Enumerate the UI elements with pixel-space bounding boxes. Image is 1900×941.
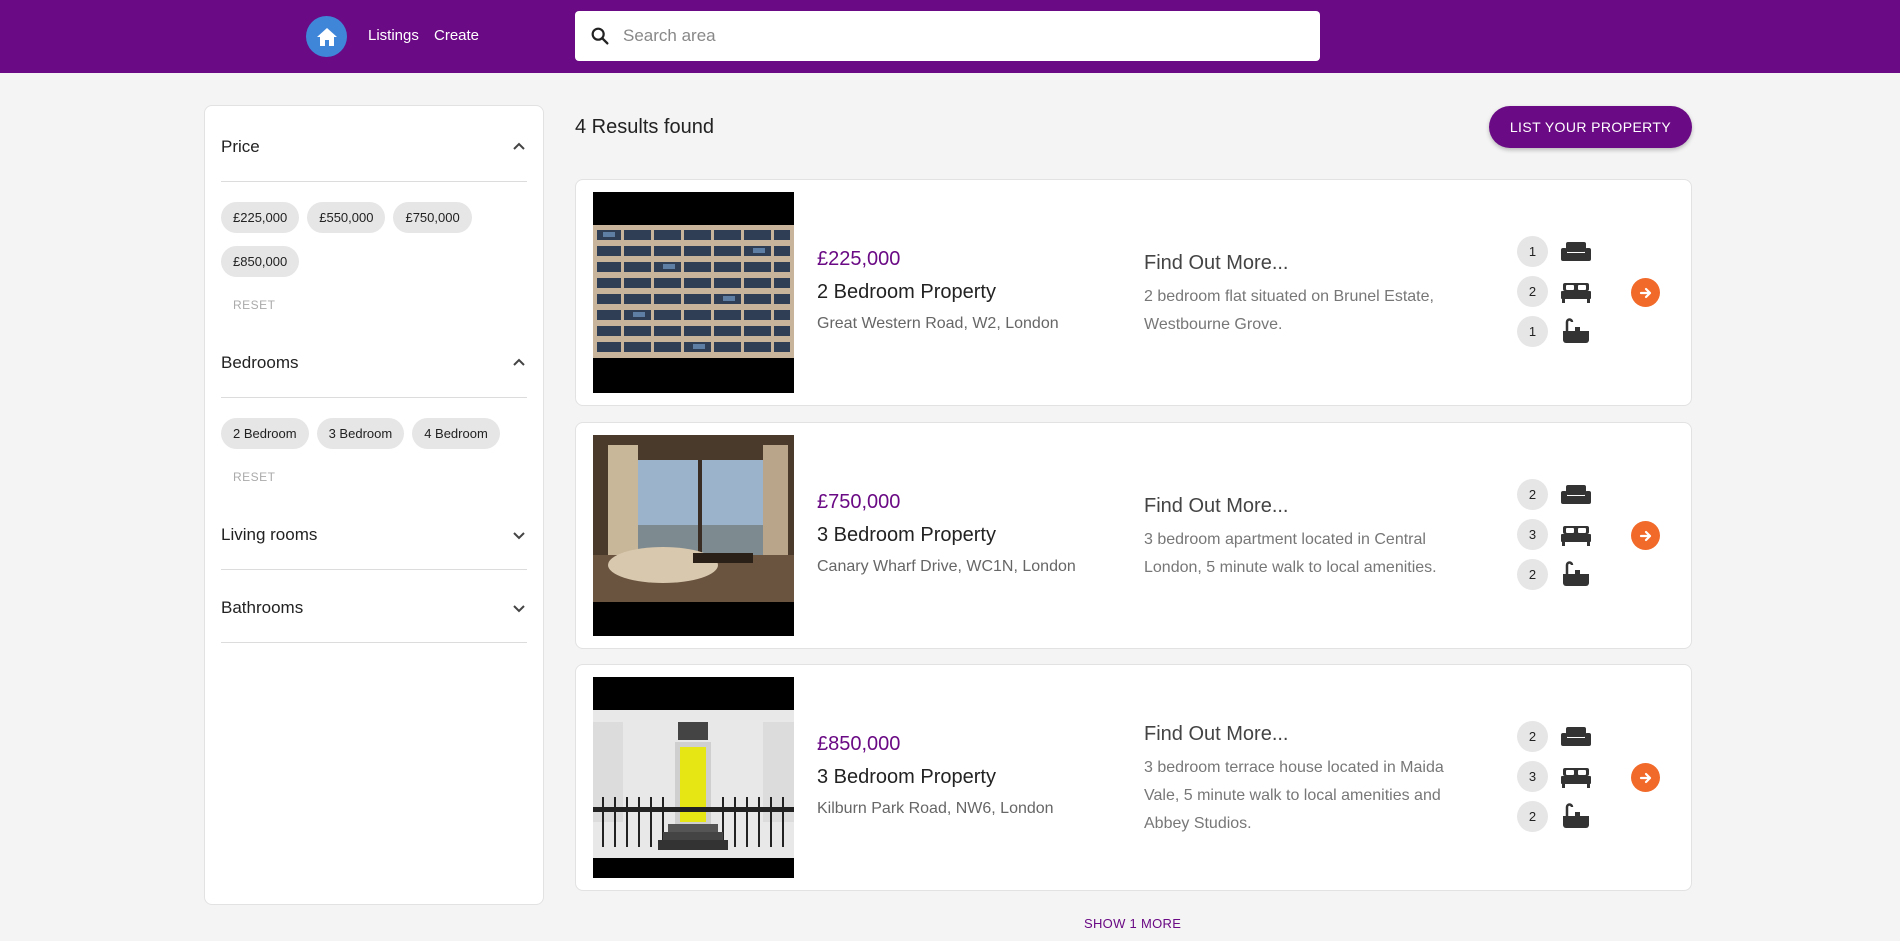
find-out-more-link[interactable]: Find Out More... (1144, 495, 1289, 518)
price-reset-button[interactable]: RESET (233, 298, 276, 312)
living-rooms-count: 1 (1517, 236, 1548, 267)
find-out-more-link[interactable]: Find Out More... (1144, 252, 1289, 275)
listing-title[interactable]: 3 Bedroom Property (817, 766, 996, 789)
bed-icon (1561, 282, 1591, 303)
bathrooms-feature: 2 (1517, 559, 1592, 590)
view-listing-button[interactable] (1631, 278, 1660, 307)
nav-link-create[interactable]: Create (434, 27, 479, 44)
filter-label-living-rooms: Living rooms (221, 524, 318, 544)
bathrooms-feature: 1 (1517, 316, 1592, 347)
bedrooms-count: 3 (1517, 519, 1548, 550)
filter-label-price: Price (221, 136, 260, 156)
listing-address: Great Western Road, W2, London (817, 315, 1059, 332)
listing-title[interactable]: 3 Bedroom Property (817, 524, 996, 547)
bathrooms-count: 1 (1517, 316, 1548, 347)
living-rooms-count: 2 (1517, 721, 1548, 752)
results-count: 4 Results found (575, 116, 714, 138)
find-out-more-link[interactable]: Find Out More... (1144, 723, 1289, 746)
filter-header-bedrooms[interactable]: Bedrooms (221, 328, 527, 398)
home-button[interactable] (306, 16, 347, 57)
sofa-icon (1561, 726, 1591, 746)
filters-sidebar: Price £225,000 £550,000 £750,000 £850,000 R… (204, 105, 544, 905)
bathtub-icon (1563, 317, 1589, 343)
listing-card: £850,000 3 Bedroom Property Kilburn Park… (575, 664, 1692, 891)
living-rooms-feature: 2 (1517, 479, 1592, 510)
living-rooms-feature: 1 (1517, 236, 1592, 267)
price-chip[interactable]: £850,000 (221, 246, 300, 277)
bedrooms-feature: 3 (1517, 519, 1592, 550)
view-listing-button[interactable] (1631, 763, 1660, 792)
filter-label-bathrooms: Bathrooms (221, 597, 304, 617)
bedroom-chip[interactable]: 3 Bedroom (316, 418, 405, 449)
listing-description: 3 bedroom apartment located in Central L… (1144, 531, 1437, 576)
property-photo (593, 677, 794, 878)
nav-link-listings[interactable]: Listings (368, 27, 419, 44)
bedroom-chip[interactable]: 2 Bedroom (221, 418, 309, 449)
price-chip[interactable]: £550,000 (307, 202, 386, 233)
chevron-down-icon (513, 604, 525, 612)
arrow-right-icon (1639, 772, 1651, 783)
sofa-icon (1561, 241, 1591, 261)
home-icon (316, 27, 337, 46)
bathrooms-count: 2 (1517, 801, 1548, 832)
search-bar (575, 11, 1320, 61)
listing-price: £750,000 (817, 491, 901, 513)
list-your-property-button[interactable]: LIST YOUR PROPERTY (1489, 106, 1692, 148)
listing-address: Canary Wharf Drive, WC1N, London (817, 558, 1076, 575)
bedrooms-reset-button[interactable]: RESET (233, 470, 276, 484)
bathrooms-feature: 2 (1517, 801, 1592, 832)
listing-address: Kilburn Park Road, NW6, London (817, 800, 1054, 817)
bedrooms-count: 3 (1517, 761, 1548, 792)
arrow-right-icon (1639, 287, 1651, 298)
price-options: £225,000 £550,000 £750,000 £850,000 (221, 202, 527, 290)
price-chip[interactable]: £750,000 (393, 202, 472, 233)
search-input[interactable] (623, 26, 1303, 46)
listing-description: 3 bedroom terrace house located in Maida… (1144, 759, 1444, 832)
chevron-up-icon (513, 358, 525, 366)
bedroom-chip[interactable]: 4 Bedroom (412, 418, 500, 449)
search-icon (591, 27, 609, 45)
arrow-right-icon (1639, 530, 1651, 541)
price-chip[interactable]: £225,000 (221, 202, 300, 233)
bed-icon (1561, 525, 1591, 546)
bedrooms-feature: 3 (1517, 761, 1592, 792)
bedroom-options: 2 Bedroom 3 Bedroom 4 Bedroom (221, 418, 527, 462)
bedrooms-count: 2 (1517, 276, 1548, 307)
property-photo (593, 192, 794, 393)
living-rooms-feature: 2 (1517, 721, 1592, 752)
property-photo (593, 435, 794, 636)
view-listing-button[interactable] (1631, 521, 1660, 550)
listing-card: £750,000 3 Bedroom Property Canary Wharf… (575, 422, 1692, 649)
bedrooms-feature: 2 (1517, 276, 1592, 307)
filter-header-price[interactable]: Price (221, 112, 527, 182)
chevron-up-icon (513, 142, 525, 150)
bed-icon (1561, 767, 1591, 788)
sofa-icon (1561, 484, 1591, 504)
listing-price: £850,000 (817, 733, 901, 755)
show-more-button[interactable]: SHOW 1 MORE (1084, 916, 1181, 931)
top-nav-bar: Listings Create (0, 0, 1900, 73)
chevron-down-icon (513, 531, 525, 539)
bathtub-icon (1563, 802, 1589, 828)
listing-card: £225,000 2 Bedroom Property Great Wester… (575, 179, 1692, 406)
listing-price: £225,000 (817, 248, 901, 270)
filter-header-living-rooms[interactable]: Living rooms (221, 500, 527, 570)
filter-label-bedrooms: Bedrooms (221, 352, 299, 372)
listing-title[interactable]: 2 Bedroom Property (817, 281, 996, 304)
bathrooms-count: 2 (1517, 559, 1548, 590)
living-rooms-count: 2 (1517, 479, 1548, 510)
listing-description: 2 bedroom flat situated on Brunel Estate… (1144, 288, 1434, 333)
bathtub-icon (1563, 560, 1589, 586)
filter-header-bathrooms[interactable]: Bathrooms (221, 573, 527, 643)
